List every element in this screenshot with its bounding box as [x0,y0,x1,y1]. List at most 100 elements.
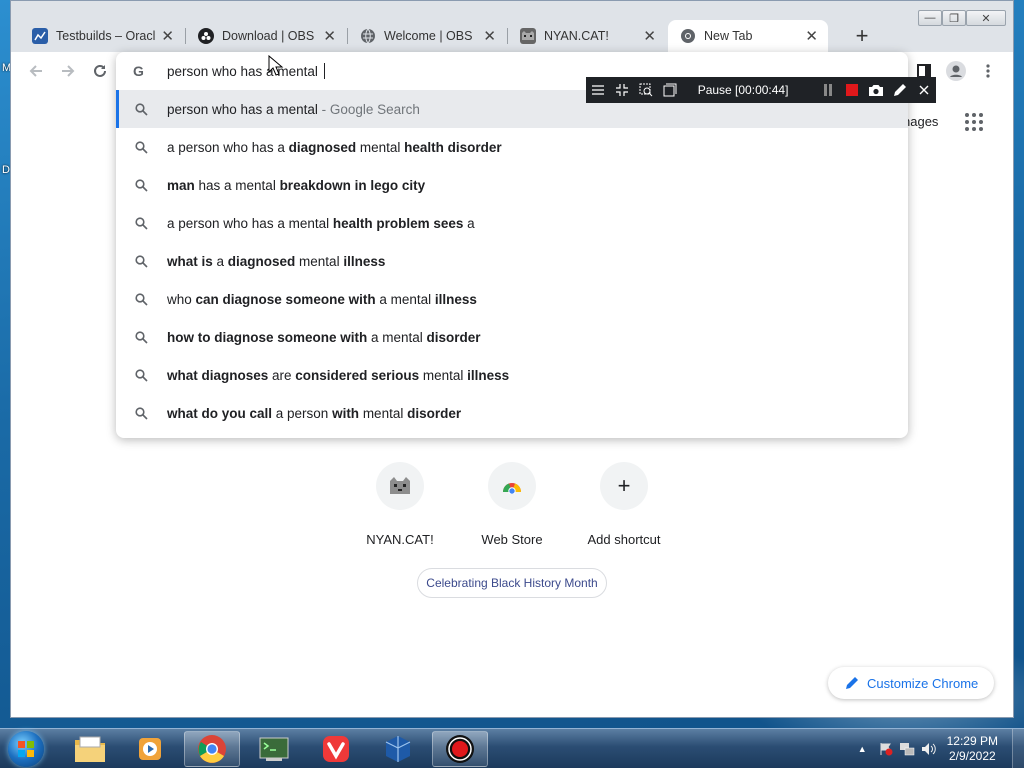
shortcut-label: Add shortcut [587,532,661,547]
plus-icon: + [600,462,648,510]
chrome-taskbar-icon[interactable] [184,731,240,767]
suggestion-item[interactable]: what is a diagnosed mental illness [116,242,908,280]
suggestion-text: what diagnoses are considered serious me… [167,368,509,383]
omnibox-input[interactable]: person who has a mental [167,63,325,79]
volume-icon[interactable] [921,742,937,756]
suggestion-item[interactable]: how to diagnose someone with a mental di… [116,318,908,356]
suggestion-text: person who has a mental - Google Search [167,102,420,117]
close-icon[interactable] [912,77,936,103]
tab-title: Welcome | OBS [384,29,473,43]
network-icon[interactable] [899,742,915,756]
show-desktop-button[interactable] [1012,729,1024,768]
vivaldi-taskbar-icon[interactable] [308,731,364,767]
tab-nyan-cat[interactable]: NYAN.CAT! ✕ [508,20,666,52]
images-link[interactable]: nages [903,114,938,129]
mouse-cursor-icon [268,55,284,76]
close-tab-icon[interactable]: ✕ [323,27,336,45]
suggestion-text-part: a person who has a mental [167,215,333,231]
suggestion-item[interactable]: man has a mental breakdown in lego city [116,166,908,204]
clock-date: 2/9/2022 [948,749,996,763]
close-tab-icon[interactable]: ✕ [805,27,818,45]
obs-taskbar-icon[interactable] [432,731,488,767]
close-tab-icon[interactable]: ✕ [483,27,496,45]
virtualbox-taskbar-icon[interactable] [370,731,426,767]
tab-strip: Testbuilds – Oracle ✕ Download | OBS ✕ W… [20,20,880,52]
shortcut-nyan-cat[interactable]: NYAN.CAT! [344,462,456,547]
suggestion-match-bold: health problem sees [332,215,464,231]
tab-testbuilds[interactable]: Testbuilds – Oracle ✕ [20,20,184,52]
suggestion-text-part: a [463,215,475,231]
tray-overflow-arrow-icon[interactable]: ▲ [858,744,867,754]
action-center-flag-icon[interactable] [879,742,893,756]
media-player-taskbar-icon[interactable] [122,731,178,767]
fullscreen-region-icon[interactable] [658,77,682,103]
tab-download-obs[interactable]: Download | OBS ✕ [186,20,346,52]
search-icon [133,140,149,154]
back-arrow-icon[interactable] [25,60,47,82]
suggestion-text: man has a mental breakdown in lego city [167,178,425,193]
minimize-button[interactable]: — [918,10,942,26]
suggestion-item[interactable]: who can diagnose someone with a mental i… [116,280,908,318]
taskbar: ▲ 12:29 PM 2/9/2022 [0,728,1024,768]
suggestion-match-bold: man [167,177,195,193]
add-shortcut-button[interactable]: + Add shortcut [568,462,680,547]
doodle-share-button[interactable]: Celebrating Black History Month [417,568,607,598]
suggestion-suffix: - Google Search [317,101,420,117]
web-store-icon [488,462,536,510]
suggestion-match-bold: considered serious [295,367,420,383]
new-tab-button[interactable]: + [850,24,874,48]
suggestion-text-part: are [268,367,296,383]
resize-area-icon[interactable] [610,77,634,103]
shortcut-web-store[interactable]: Web Store [456,462,568,547]
search-icon [133,216,149,230]
tab-title: Download | OBS [222,29,315,43]
select-region-icon[interactable] [634,77,658,103]
shortcut-label: Web Store [481,532,543,547]
pause-icon[interactable] [816,77,840,103]
forward-arrow-icon[interactable] [57,60,79,82]
terminal-taskbar-icon[interactable] [246,731,302,767]
desktop-icon-label-d[interactable]: D [2,164,10,176]
stop-icon[interactable] [840,77,864,103]
search-icon [133,292,149,306]
suggestion-item[interactable]: what do you call a person with mental di… [116,394,908,432]
suggestion-match-bold: with [332,405,360,421]
tab-new-tab[interactable]: New Tab ✕ [668,20,828,52]
tab-welcome-obs[interactable]: Welcome | OBS ✕ [348,20,506,52]
start-button[interactable] [8,731,44,767]
camera-icon[interactable] [864,77,888,103]
suggestion-item[interactable]: a person who has a diagnosed mental heal… [116,128,908,166]
hamburger-menu-icon[interactable] [586,77,610,103]
pencil-icon [845,676,859,690]
suggestion-text-part: has a mental [194,177,280,193]
chrome-icon [680,28,696,44]
customize-label: Customize Chrome [867,675,979,691]
apps-grid-icon[interactable] [964,112,984,132]
clock[interactable]: 12:29 PM 2/9/2022 [947,734,998,764]
explorer-taskbar-icon[interactable] [62,731,118,767]
clock-time: 12:29 PM [946,734,998,748]
suggestion-match-bold: diagnosed [288,139,357,155]
search-icon [133,406,149,420]
suggestion-match-bold: what diagnoses [167,367,269,383]
suggestion-match-bold: breakdown in lego city [279,177,426,193]
search-icon [133,330,149,344]
customize-chrome-button[interactable]: Customize Chrome [828,667,994,699]
close-tab-icon[interactable]: ✕ [643,27,656,45]
close-window-button[interactable]: ✕ [966,10,1006,26]
suggestion-match-bold: what do you call [167,405,273,421]
omnibox-dropdown: G person who has a mental person who has… [116,52,908,438]
menu-kebab-icon[interactable] [977,60,999,82]
text-caret [323,63,325,79]
suggestion-text-part: a mental [367,329,427,345]
system-tray: ▲ 12:29 PM 2/9/2022 [858,729,1024,768]
suggestion-item[interactable]: what diagnoses are considered serious me… [116,356,908,394]
restore-button[interactable]: ❐ [942,10,966,26]
recorder-toolbar: Pause [00:00:44] [586,77,936,103]
nyan-cat-icon [376,462,424,510]
suggestion-item[interactable]: a person who has a mental health problem… [116,204,908,242]
pencil-icon[interactable] [888,77,912,103]
close-tab-icon[interactable]: ✕ [161,27,174,45]
reload-icon[interactable] [89,60,111,82]
profile-avatar-icon[interactable] [945,60,967,82]
